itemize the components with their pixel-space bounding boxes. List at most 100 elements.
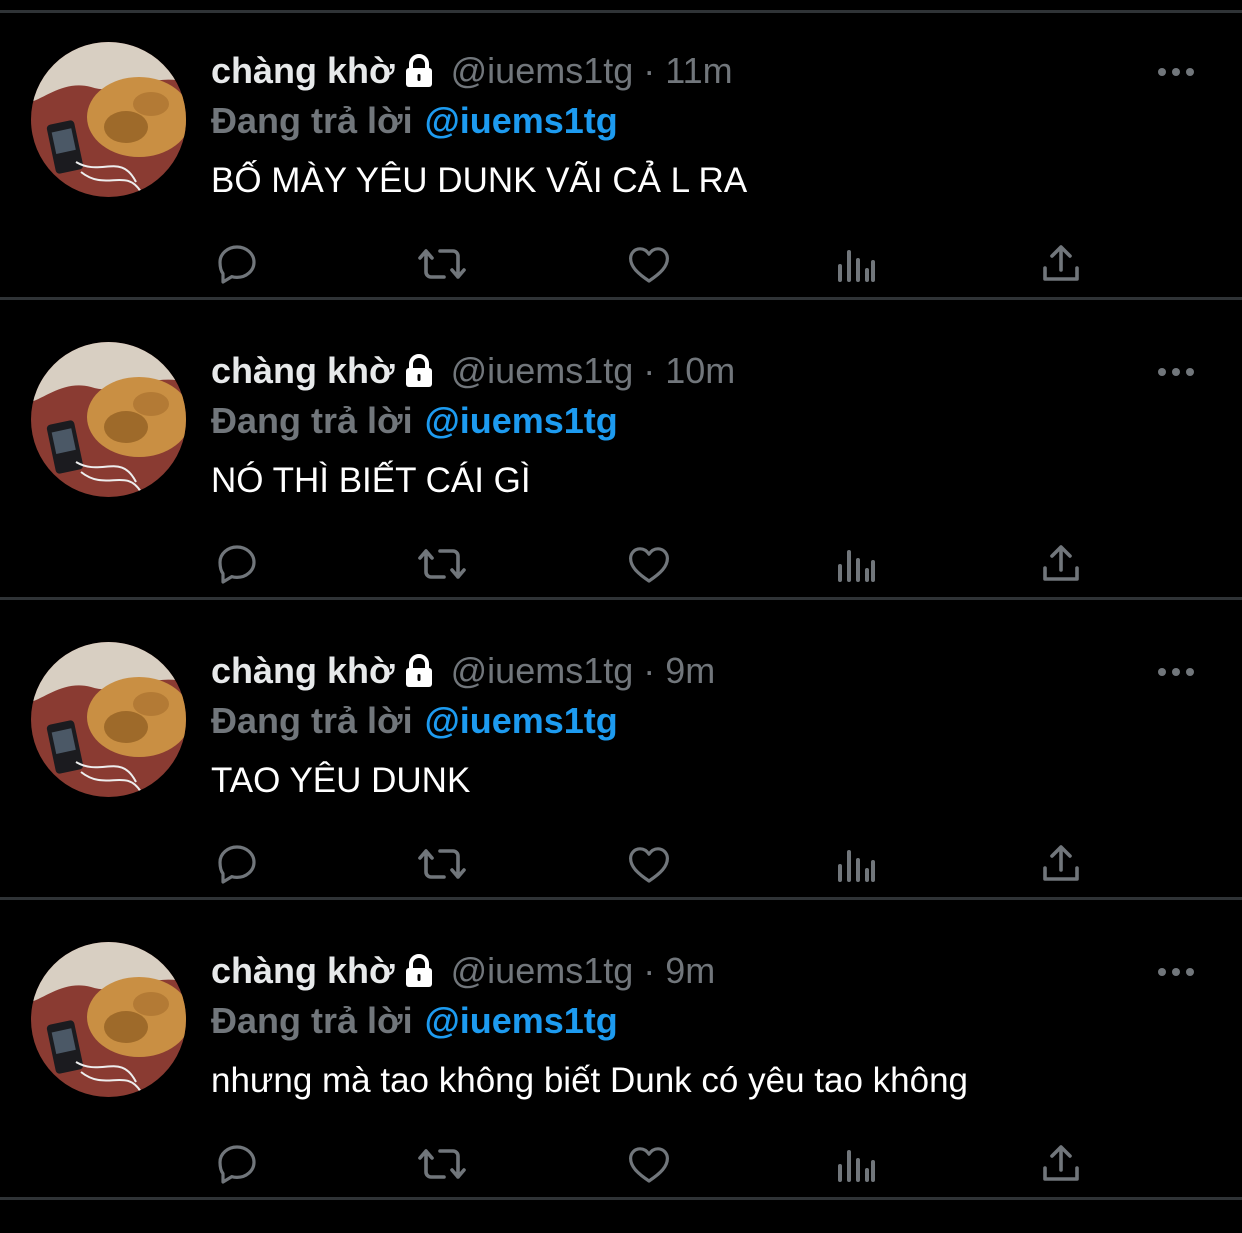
views-button[interactable] xyxy=(830,1138,882,1190)
retweet-button[interactable] xyxy=(416,238,468,290)
author-name[interactable]: chàng khờ xyxy=(211,50,395,92)
more-options-button[interactable] xyxy=(1154,652,1198,692)
like-button[interactable] xyxy=(623,538,675,590)
tweet-actions xyxy=(0,1138,1242,1192)
tweet-actions xyxy=(0,538,1242,592)
separator-dot: · xyxy=(643,350,656,391)
reply-button[interactable] xyxy=(211,838,263,890)
share-icon xyxy=(1043,845,1079,881)
separator-dot: · xyxy=(643,950,656,991)
reply-button[interactable] xyxy=(211,238,263,290)
author-handle[interactable]: @iuems1tg xyxy=(451,950,634,992)
tweet-text: BỐ MÀY YÊU DUNK VÃI CẢ L RA xyxy=(211,161,748,200)
like-button[interactable] xyxy=(623,1138,675,1190)
author-name[interactable]: chàng khờ xyxy=(211,350,395,392)
replying-to: Đang trả lời @iuems1tg xyxy=(211,698,618,744)
more-horizontal-icon xyxy=(1158,668,1194,676)
replying-to-user-link[interactable]: @iuems1tg xyxy=(425,400,618,442)
lock-icon xyxy=(401,353,437,389)
retweet-icon xyxy=(418,849,466,879)
tweet-feed: chàng khờ @iuems1tg · 11m Đang trả lời @… xyxy=(0,0,1242,1233)
share-icon xyxy=(1043,545,1079,581)
views-button[interactable] xyxy=(830,838,882,890)
tweet[interactable]: chàng khờ @iuems1tg · 9m Đang trả lời @i… xyxy=(0,600,1242,900)
avatar[interactable] xyxy=(31,942,186,1097)
more-options-button[interactable] xyxy=(1154,952,1198,992)
like-icon xyxy=(629,547,669,583)
views-button[interactable] xyxy=(830,238,882,290)
share-button[interactable] xyxy=(1035,538,1087,590)
replying-to-user-link[interactable]: @iuems1tg xyxy=(425,100,618,142)
author-name[interactable]: chàng khờ xyxy=(211,950,395,992)
like-button[interactable] xyxy=(623,838,675,890)
separator-dot: · xyxy=(643,650,656,691)
reply-button[interactable] xyxy=(211,538,263,590)
lock-icon xyxy=(401,53,437,89)
avatar[interactable] xyxy=(31,642,186,797)
tweet-text: nhưng mà tao không biết Dunk có yêu tao … xyxy=(211,1061,968,1100)
like-button[interactable] xyxy=(623,238,675,290)
replying-to-user-link[interactable]: @iuems1tg xyxy=(425,1000,618,1042)
views-icon xyxy=(838,550,875,582)
timestamp[interactable]: 9m xyxy=(665,950,715,992)
retweet-icon xyxy=(418,1149,466,1179)
separator-dot: · xyxy=(643,50,656,91)
reply-icon xyxy=(218,845,256,884)
replying-to-label: Đang trả lời xyxy=(211,1000,413,1041)
tweet-text: NÓ THÌ BIẾT CÁI GÌ xyxy=(211,461,531,500)
tweet-header: chàng khờ @iuems1tg · 9m xyxy=(211,648,715,694)
reply-icon xyxy=(218,245,256,284)
retweet-icon xyxy=(418,549,466,579)
tweet-header: chàng khờ @iuems1tg · 11m xyxy=(211,48,733,94)
like-icon xyxy=(629,1147,669,1183)
reply-button[interactable] xyxy=(211,1138,263,1190)
replying-to: Đang trả lời @iuems1tg xyxy=(211,98,618,144)
lock-icon xyxy=(401,953,437,989)
timestamp[interactable]: 9m xyxy=(665,650,715,692)
tweet[interactable]: chàng khờ @iuems1tg · 11m Đang trả lời @… xyxy=(0,0,1242,300)
lock-icon xyxy=(401,653,437,689)
replying-to-user-link[interactable]: @iuems1tg xyxy=(425,700,618,742)
timestamp[interactable]: 10m xyxy=(665,350,735,392)
replying-to: Đang trả lời @iuems1tg xyxy=(211,398,618,444)
timestamp[interactable]: 11m xyxy=(665,50,732,92)
tweet[interactable]: chàng khờ @iuems1tg · 10m Đang trả lời @… xyxy=(0,300,1242,600)
tweet[interactable]: chàng khờ @iuems1tg · 9m Đang trả lời @i… xyxy=(0,900,1242,1200)
like-icon xyxy=(629,247,669,283)
tweet-actions xyxy=(0,838,1242,892)
reply-icon xyxy=(218,1145,256,1184)
retweet-button[interactable] xyxy=(416,1138,468,1190)
avatar[interactable] xyxy=(31,42,186,197)
avatar[interactable] xyxy=(31,342,186,497)
more-horizontal-icon xyxy=(1158,968,1194,976)
retweet-button[interactable] xyxy=(416,838,468,890)
replying-to-label: Đang trả lời xyxy=(211,400,413,441)
share-icon xyxy=(1043,245,1079,281)
share-button[interactable] xyxy=(1035,238,1087,290)
tweet-header: chàng khờ @iuems1tg · 10m xyxy=(211,348,735,394)
reply-icon xyxy=(218,545,256,584)
author-handle[interactable]: @iuems1tg xyxy=(451,350,634,392)
views-icon xyxy=(838,850,875,882)
share-button[interactable] xyxy=(1035,838,1087,890)
more-horizontal-icon xyxy=(1158,368,1194,376)
views-icon xyxy=(838,250,875,282)
replying-to: Đang trả lời @iuems1tg xyxy=(211,998,618,1044)
tweet-header: chàng khờ @iuems1tg · 9m xyxy=(211,948,715,994)
like-icon xyxy=(629,847,669,883)
share-button[interactable] xyxy=(1035,1138,1087,1190)
author-name[interactable]: chàng khờ xyxy=(211,650,395,692)
views-button[interactable] xyxy=(830,538,882,590)
more-options-button[interactable] xyxy=(1154,52,1198,92)
replying-to-label: Đang trả lời xyxy=(211,100,413,141)
more-options-button[interactable] xyxy=(1154,352,1198,392)
share-icon xyxy=(1043,1145,1079,1181)
tweet-actions xyxy=(0,238,1242,292)
more-horizontal-icon xyxy=(1158,68,1194,76)
retweet-button[interactable] xyxy=(416,538,468,590)
views-icon xyxy=(838,1150,875,1182)
retweet-icon xyxy=(418,249,466,279)
author-handle[interactable]: @iuems1tg xyxy=(451,650,634,692)
author-handle[interactable]: @iuems1tg xyxy=(451,50,634,92)
replying-to-label: Đang trả lời xyxy=(211,700,413,741)
